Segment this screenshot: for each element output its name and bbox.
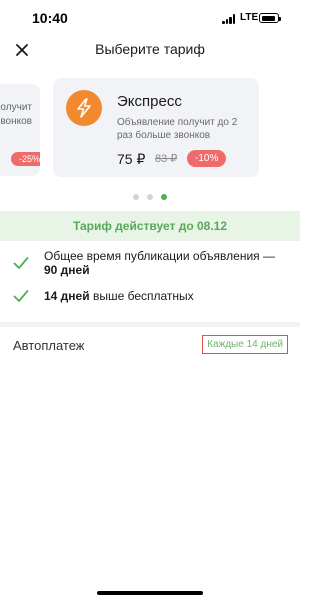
pagination-dot-active[interactable]	[161, 194, 167, 200]
pagination-dot[interactable]	[133, 194, 139, 200]
check-icon	[13, 290, 29, 302]
tariff-carousel[interactable]: я получит е звонков -25% Экспресс Объявл…	[0, 78, 300, 178]
discount-badge: -10%	[187, 150, 227, 167]
tariff-old-price: 83 ₽	[155, 153, 178, 165]
carousel-pagination	[0, 194, 300, 200]
network-type: LTE	[240, 12, 259, 23]
status-bar: 10:40 LTE	[0, 0, 300, 36]
tariff-card-previous[interactable]: я получит е звонков -25%	[0, 84, 40, 176]
section-divider	[0, 322, 300, 327]
autopay-frequency-button[interactable]: Каждые 14 дней	[202, 335, 288, 354]
feature-text: Общее время публикации объявления — 90 д…	[44, 249, 275, 277]
pagination-dot[interactable]	[147, 194, 153, 200]
home-indicator[interactable]	[97, 591, 203, 595]
prev-card-discount-badge: -25%	[10, 152, 40, 166]
autopay-label: Автоплатеж	[13, 338, 85, 353]
tariff-price: 75 ₽	[117, 151, 146, 167]
battery-icon	[259, 13, 281, 23]
validity-text: Тариф действует до 08.12	[72, 219, 228, 233]
status-time: 10:40	[32, 10, 68, 26]
check-icon	[13, 257, 29, 269]
feature-text: 14 дней выше бесплатных	[44, 289, 194, 303]
header: Выберите тариф	[0, 36, 300, 62]
prev-card-text-1: я получит	[0, 102, 32, 113]
feature-text-bold: 14 дней	[44, 289, 90, 303]
tariff-description: Объявление получит до 2 раз больше звонк…	[117, 117, 238, 141]
prev-card-text-2: е звонков	[0, 116, 32, 127]
signal-icon	[222, 14, 236, 24]
lightning-icon	[66, 90, 102, 126]
autopay-row[interactable]: Автоплатеж Каждые 14 дней	[0, 332, 300, 358]
validity-banner: Тариф действует до 08.12	[0, 211, 300, 241]
tariff-card-express[interactable]: Экспресс Объявление получит до 2 раз бол…	[53, 78, 259, 177]
tariff-title: Экспресс	[117, 93, 182, 110]
feature-text-bold: 90 дней	[44, 263, 90, 277]
page-title: Выберите тариф	[95, 41, 205, 57]
feature-text-main: выше бесплатных	[89, 289, 194, 303]
feature-text-main: Общее время публикации объявления —	[44, 249, 275, 263]
